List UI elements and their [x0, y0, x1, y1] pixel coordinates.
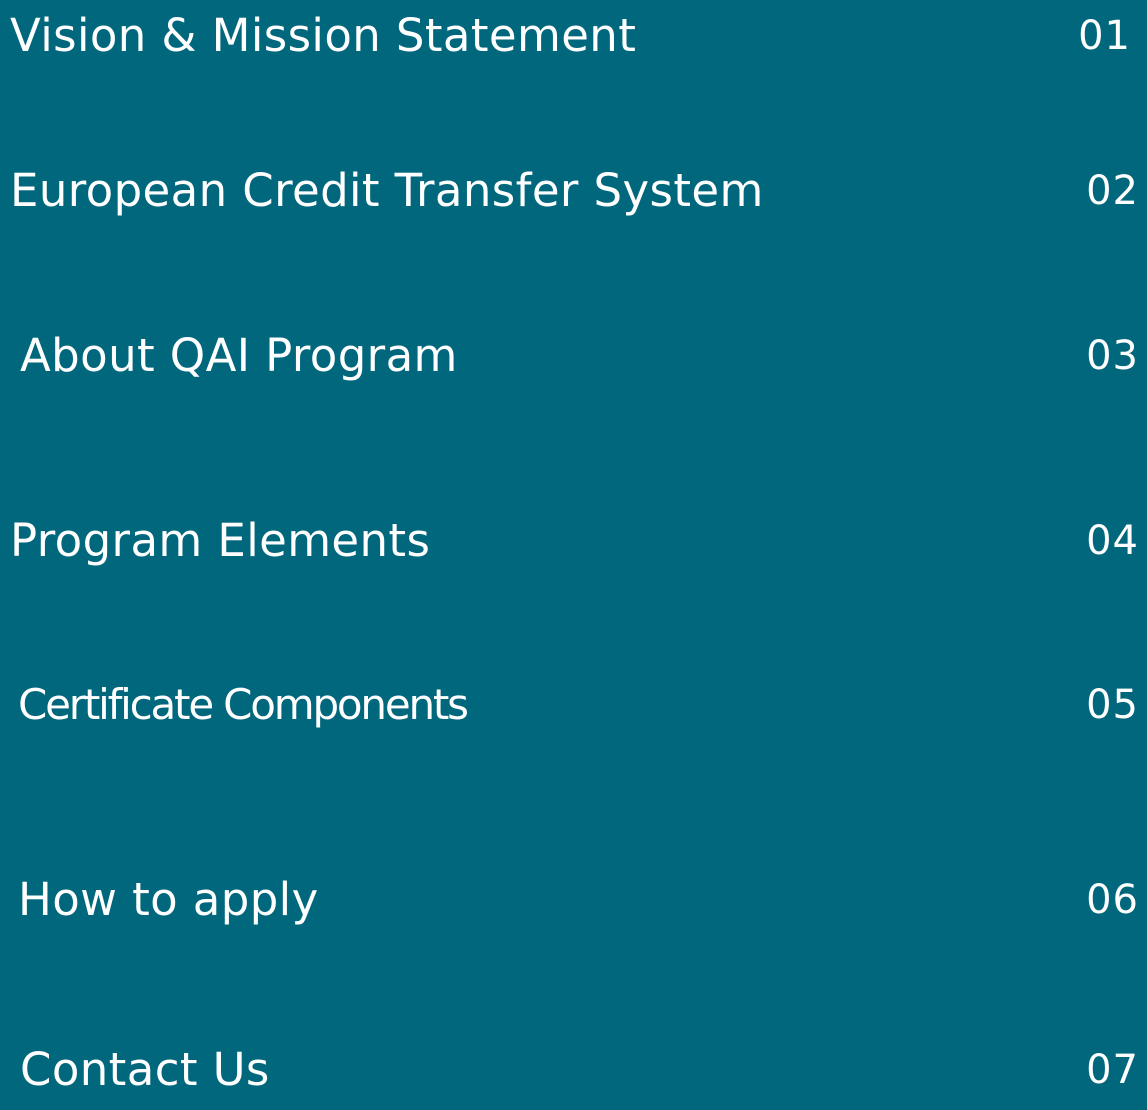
toc-item-title: Certificate Components [18, 680, 469, 729]
toc-item-title: Program Elements [10, 514, 431, 567]
toc-item-how-to-apply[interactable]: How to apply 06 [0, 860, 1147, 940]
toc-item-number: 04 [1086, 518, 1139, 564]
toc-item-ects[interactable]: European Credit Transfer System 02 [0, 151, 1147, 231]
toc-item-number: 05 [1086, 682, 1139, 728]
toc-item-program-elements[interactable]: Program Elements 04 [0, 501, 1147, 581]
toc-item-vision-mission[interactable]: Vision & Mission Statement 01 [0, 0, 1147, 76]
toc-item-number: 02 [1086, 168, 1139, 214]
toc-item-number: 06 [1086, 877, 1139, 923]
toc-item-contact-us[interactable]: Contact Us 07 [0, 1030, 1147, 1110]
toc-item-title: Vision & Mission Statement [10, 9, 637, 62]
toc-item-about-qai[interactable]: About QAI Program 03 [0, 316, 1147, 396]
toc-item-number: 07 [1086, 1047, 1139, 1093]
toc-item-number: 03 [1086, 333, 1139, 379]
toc-item-title: How to apply [18, 873, 319, 926]
toc-item-number: 01 [1078, 13, 1131, 59]
toc-item-title: Contact Us [20, 1043, 270, 1096]
toc-item-certificate-components[interactable]: Certificate Components 05 [0, 665, 1147, 745]
toc-item-title: About QAI Program [20, 329, 458, 382]
toc-item-title: European Credit Transfer System [10, 164, 764, 217]
